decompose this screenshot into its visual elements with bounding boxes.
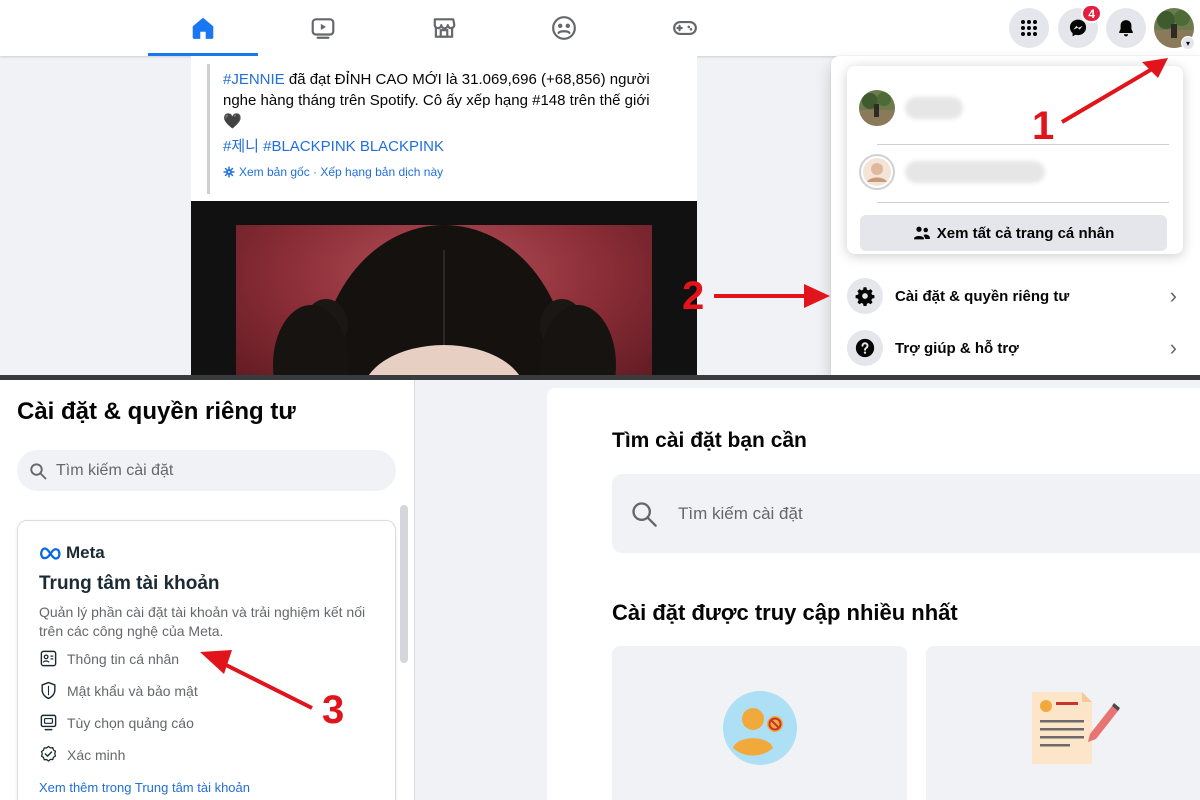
menu-grid-button[interactable] xyxy=(1009,8,1049,48)
meta-infinity-icon xyxy=(40,547,61,560)
hashtag-link[interactable]: #JENNIE xyxy=(223,71,285,88)
accounts-item-label: Mật khẩu và bảo mật xyxy=(67,682,198,699)
accounts-item-personal-info[interactable]: Thông tin cá nhân xyxy=(39,649,179,668)
chevron-right-icon: › xyxy=(1169,335,1177,360)
step-number-3: 3 xyxy=(322,688,345,732)
post-sentence: đã đạt ĐỈNH CAO MỚI là 31.069,696 (+68,8… xyxy=(223,71,650,130)
step-number-1: 1 xyxy=(1032,104,1055,148)
people-switch-icon xyxy=(913,226,930,240)
most-accessed-heading: Cài đặt được truy cập nhiều nhất xyxy=(612,600,958,625)
accounts-item-ad-preferences[interactable]: Tùy chọn quảng cáo xyxy=(39,713,194,732)
see-all-profiles-label: Xem tất cả trang cá nhân xyxy=(936,224,1115,242)
see-original-link[interactable]: Xem bản gốc · Xếp hạng bản dịch này xyxy=(239,165,443,179)
chevron-right-icon: › xyxy=(1169,283,1177,308)
settings-privacy-label: Cài đặt & quyền riêng tư xyxy=(895,287,1070,305)
home-icon xyxy=(192,17,214,39)
settings-sidebar: Cài đặt & quyền riêng tư Meta Trung tâm … xyxy=(0,380,415,800)
blocked-user-icon xyxy=(723,691,797,765)
meta-logo-text: Meta xyxy=(66,543,105,562)
top-navbar: 4 ▾ xyxy=(0,0,1200,56)
post-hashtags[interactable]: #제니 #BLACKPINK BLACKPINK xyxy=(223,136,667,157)
tab-groups[interactable] xyxy=(509,0,619,56)
search-icon xyxy=(632,501,657,527)
find-settings-heading: Tìm cài đặt bạn cần xyxy=(612,429,807,452)
id-card-icon xyxy=(40,650,57,667)
settings-privacy-view: Cài đặt & quyền riêng tư Meta Trung tâm … xyxy=(0,380,1200,800)
bell-icon xyxy=(1119,20,1133,37)
main-search-box[interactable] xyxy=(612,474,1200,553)
portrait-illustration xyxy=(273,225,616,375)
accounts-center-card: Meta Trung tâm tài khoản Quản lý phần cà… xyxy=(17,520,396,800)
accounts-item-password-security[interactable]: Mật khẩu và bảo mật xyxy=(39,681,198,700)
accounts-item-label: Xác minh xyxy=(67,746,126,763)
accounts-center-description: Quản lý phần cài đặt tài khoản và trải n… xyxy=(39,604,366,639)
see-more-accounts-center-link[interactable]: Xem thêm trong Trung tâm tài khoản xyxy=(39,780,250,795)
tab-home[interactable] xyxy=(148,0,258,56)
see-all-profiles-button[interactable]: Xem tất cả trang cá nhân xyxy=(860,215,1167,251)
sidebar-search[interactable] xyxy=(17,450,396,491)
settings-main-panel: Tìm cài đặt bạn cần Cài đặt được truy cậ… xyxy=(547,388,1200,800)
profile-row-main[interactable] xyxy=(859,90,963,126)
meta-logo: Meta xyxy=(39,543,105,563)
scrollbar[interactable] xyxy=(400,505,408,663)
accounts-item-verification[interactable]: Xác minh xyxy=(39,745,125,764)
gear-icon xyxy=(223,166,235,178)
search-input[interactable] xyxy=(676,502,1156,525)
divider xyxy=(877,144,1169,145)
most-accessed-card-blocking[interactable] xyxy=(612,646,907,800)
help-icon-wrap xyxy=(847,330,883,366)
post-photo[interactable] xyxy=(191,201,697,375)
translated-post-text: #JENNIE đã đạt ĐỈNH CAO MỚI là 31.069,69… xyxy=(207,64,667,194)
post-body: #JENNIE đã đạt ĐỈNH CAO MỚI là 31.069,69… xyxy=(223,69,667,132)
notification-badge: 4 xyxy=(1081,4,1102,23)
avatar xyxy=(859,90,895,126)
divider xyxy=(877,202,1169,203)
profile-switcher-card: Xem tất cả trang cá nhân xyxy=(847,66,1183,254)
tab-marketplace[interactable] xyxy=(389,0,499,56)
translation-meta: Xem bản gốc · Xếp hạng bản dịch này xyxy=(223,165,667,179)
chevron-down-icon[interactable]: ▾ xyxy=(1181,36,1195,50)
arrowhead-step-2 xyxy=(804,284,830,308)
gamepad-icon xyxy=(673,20,697,36)
store-icon xyxy=(433,18,456,38)
photo-frame xyxy=(236,225,652,375)
account-dropdown-menu: Xem tất cả trang cá nhân Cài đặt & quyền… xyxy=(831,56,1200,375)
groups-icon xyxy=(552,16,576,40)
verified-check-icon xyxy=(40,745,57,762)
document-pen-icon xyxy=(1032,692,1120,764)
switch-profile-icon xyxy=(859,154,895,190)
blurred-profile-name xyxy=(905,97,963,119)
notifications-button[interactable] xyxy=(1106,8,1146,48)
facebook-feed-view: 4 ▾ #JENNIE đã đạt ĐỈNH CAO MỚI là 31.06… xyxy=(0,0,1200,375)
step-number-2: 2 xyxy=(682,274,705,318)
page-title: Cài đặt & quyền riêng tư xyxy=(17,398,296,425)
messenger-button[interactable]: 4 xyxy=(1058,4,1102,48)
search-icon xyxy=(30,462,47,479)
accounts-center-title: Trung tâm tài khoản xyxy=(39,573,220,594)
shield-icon xyxy=(41,681,56,700)
video-icon xyxy=(311,18,335,39)
tab-watch[interactable] xyxy=(268,0,378,56)
feed-post: #JENNIE đã đạt ĐỈNH CAO MỚI là 31.069,69… xyxy=(191,56,697,375)
grid-menu-icon xyxy=(1021,20,1037,36)
profile-row-page[interactable] xyxy=(859,154,1045,190)
question-icon xyxy=(855,338,875,358)
help-support-label: Trợ giúp & hỗ trợ xyxy=(895,339,1019,357)
settings-icon-wrap xyxy=(847,278,883,314)
menu-item-settings-privacy[interactable]: Cài đặt & quyền riêng tư › xyxy=(847,274,1187,318)
most-accessed-card-info[interactable] xyxy=(926,646,1200,800)
tab-gaming[interactable] xyxy=(630,0,740,56)
search-input[interactable] xyxy=(54,460,374,481)
accounts-item-label: Thông tin cá nhân xyxy=(67,650,180,667)
blurred-page-name xyxy=(905,161,1045,183)
ad-monitor-icon xyxy=(40,714,57,731)
accounts-item-label: Tùy chọn quảng cáo xyxy=(67,714,194,731)
menu-item-help-support[interactable]: Trợ giúp & hỗ trợ › xyxy=(847,326,1187,370)
gear-icon xyxy=(855,287,875,306)
